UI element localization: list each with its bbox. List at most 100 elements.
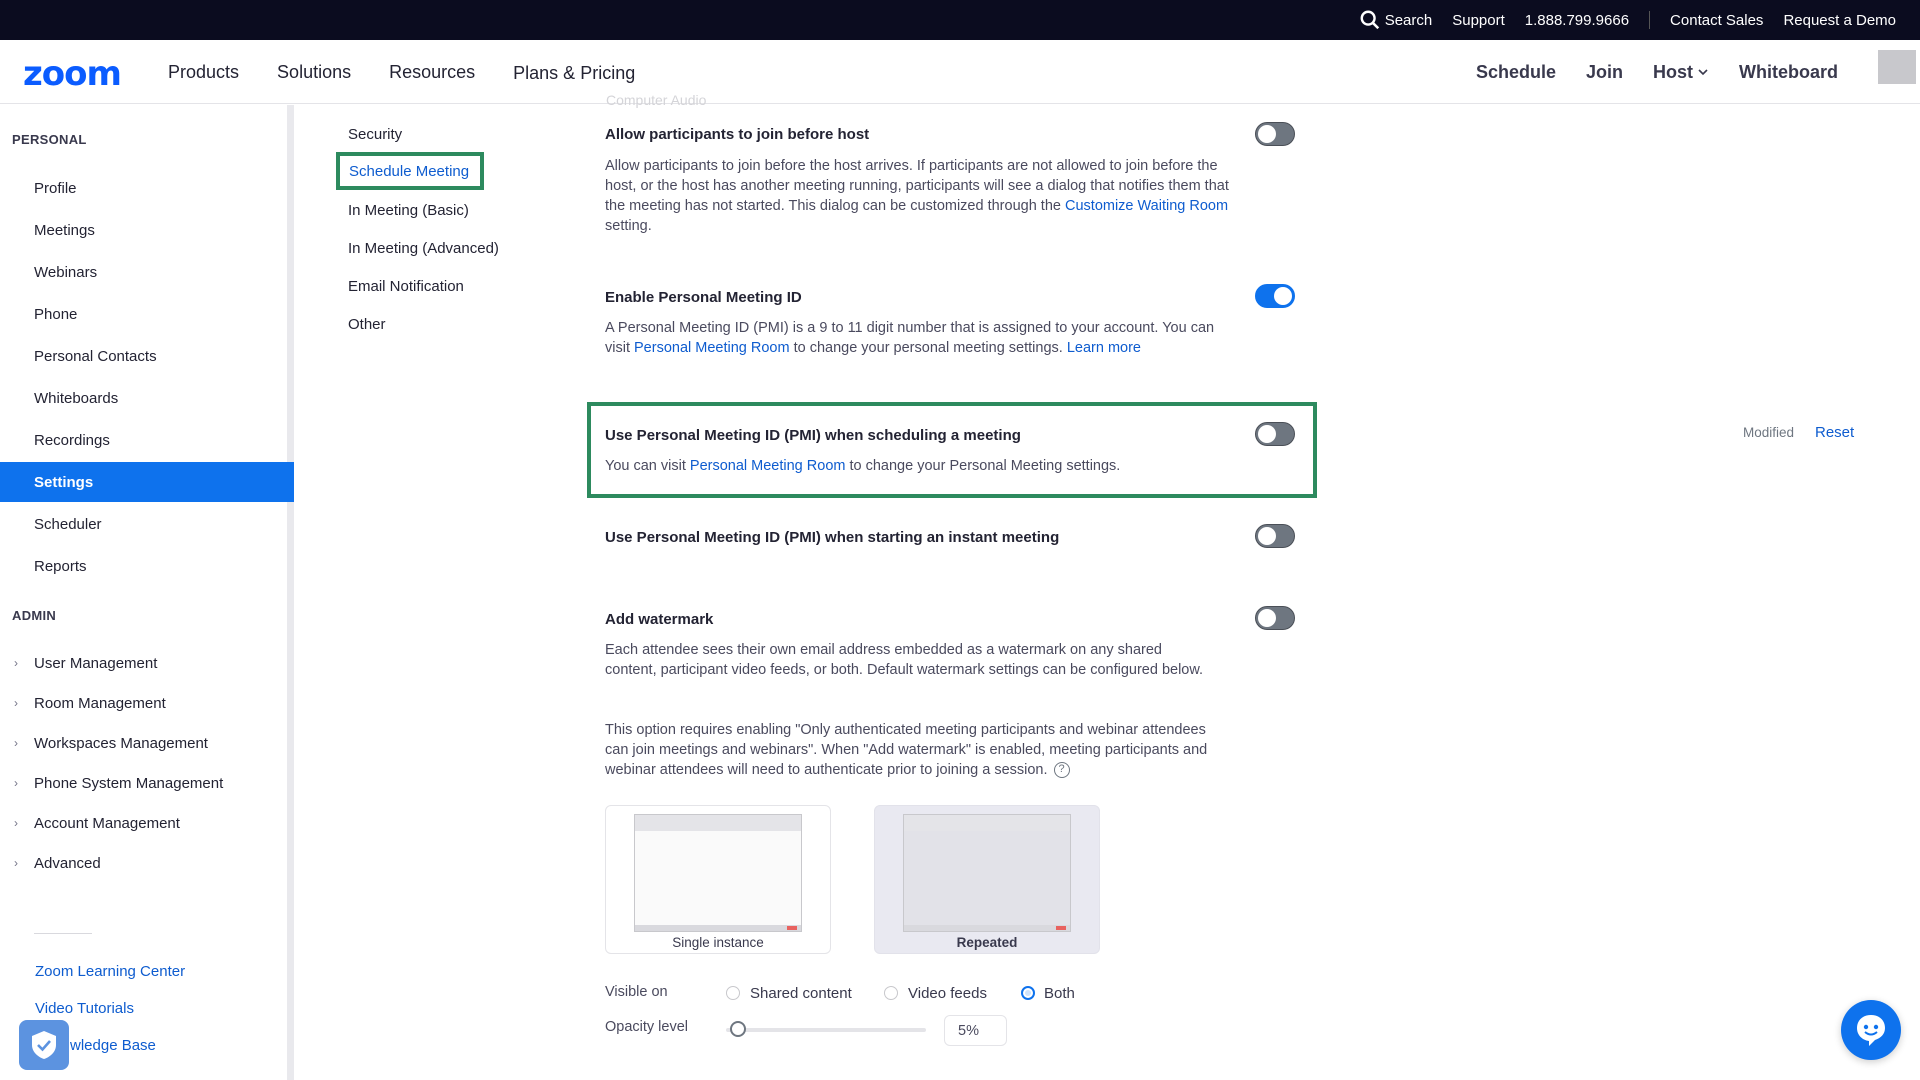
video-tutorials-link[interactable]: Video Tutorials	[35, 1000, 134, 1017]
shield-check-icon	[32, 1031, 56, 1059]
search-icon	[1360, 10, 1379, 30]
setting-title-pmi-scheduling: Use Personal Meeting ID (PMI) when sched…	[605, 427, 1021, 444]
search-label: Search	[1384, 11, 1433, 29]
setting-desc-join-before-host: Allow participants to join before the ho…	[605, 156, 1235, 236]
zoom-logo[interactable]: zoom	[23, 54, 122, 94]
sidebar-item-label: User Management	[34, 654, 158, 672]
radio-shared-content[interactable]	[726, 986, 740, 1000]
setting-desc-pmi-scheduling: You can visit Personal Meeting Room to c…	[605, 456, 1235, 476]
sidebar-item-scheduler[interactable]: Scheduler	[0, 504, 294, 544]
chevron-right-icon: ›	[14, 696, 18, 710]
knowledge-base-link[interactable]: wledge Base	[70, 1037, 156, 1054]
opacity-value-input[interactable]: 5%	[944, 1015, 1007, 1046]
sidebar-item-reports[interactable]: Reports	[0, 546, 294, 586]
radio-both[interactable]	[1021, 986, 1035, 1000]
sidebar-heading-personal: PERSONAL	[12, 132, 87, 147]
sidebar-item-user-management[interactable]: › User Management	[0, 643, 294, 683]
contact-sales-link[interactable]: Contact Sales	[1670, 12, 1763, 29]
radio-video-feeds[interactable]	[884, 986, 898, 1000]
pmi-scheduling-toggle[interactable]	[1255, 422, 1295, 446]
sidebar-item-personal-contacts[interactable]: Personal Contacts	[0, 336, 294, 376]
sidebar-item-label: Account Management	[34, 814, 180, 832]
opacity-slider-track[interactable]	[726, 1028, 926, 1032]
reset-button[interactable]: Reset	[1815, 424, 1854, 441]
chat-assistant-button[interactable]	[1841, 1000, 1901, 1060]
modified-badge: Modified	[1743, 425, 1795, 440]
support-link[interactable]: Support	[1452, 12, 1505, 29]
subnav-email-notification[interactable]: Email Notification	[348, 278, 464, 295]
sidebar-item-webinars[interactable]: Webinars	[0, 252, 294, 292]
learn-more-link[interactable]: Learn more	[1067, 340, 1141, 356]
sidebar-item-meetings[interactable]: Meetings	[0, 210, 294, 250]
personal-meeting-room-link[interactable]: Personal Meeting Room	[634, 340, 790, 356]
nav-plans-pricing[interactable]: Plans & Pricing	[513, 63, 635, 84]
join-before-host-toggle[interactable]	[1255, 122, 1295, 146]
top-utility-bar: Search Support 1.888.799.9666 Contact Sa…	[0, 0, 1920, 40]
watermark-preview-image	[634, 814, 802, 932]
avatar[interactable]	[1878, 50, 1916, 84]
desc-text: This option requires enabling "Only auth…	[605, 722, 1208, 778]
watermark-option-label: Single instance	[672, 935, 764, 950]
nav-products[interactable]: Products	[168, 62, 239, 83]
sidebar-heading-admin: ADMIN	[12, 608, 57, 623]
subnav-schedule-meeting[interactable]: Schedule Meeting	[336, 152, 484, 190]
topbar-divider	[1649, 11, 1651, 29]
privacy-shield-button[interactable]	[19, 1020, 69, 1070]
sidebar-item-advanced[interactable]: › Advanced	[0, 843, 294, 883]
search-link[interactable]: Search	[1359, 9, 1433, 31]
pmi-instant-toggle[interactable]	[1255, 524, 1295, 548]
opacity-slider-handle[interactable]	[730, 1021, 746, 1037]
nav-schedule[interactable]: Schedule	[1476, 62, 1556, 83]
chevron-right-icon: ›	[14, 856, 18, 870]
watermark-toggle[interactable]	[1255, 606, 1295, 630]
desc-text-end: setting.	[605, 218, 652, 234]
sidebar-item-workspaces-management[interactable]: › Workspaces Management	[0, 723, 294, 763]
nav-resources[interactable]: Resources	[389, 62, 475, 83]
highlight-box	[587, 402, 1317, 498]
watermark-option-repeated[interactable]: Repeated	[874, 805, 1100, 954]
sidebar: PERSONAL Profile Meetings Webinars Phone…	[0, 105, 294, 1080]
radio-label-video-feeds: Video feeds	[908, 985, 987, 1002]
chevron-right-icon: ›	[14, 736, 18, 750]
chevron-right-icon: ›	[14, 816, 18, 830]
sidebar-item-phone[interactable]: Phone	[0, 294, 294, 334]
nav-host-label: Host	[1653, 61, 1693, 82]
chevron-right-icon: ›	[14, 776, 18, 790]
radio-label-shared-content: Shared content	[750, 985, 852, 1002]
subnav-in-meeting-basic[interactable]: In Meeting (Basic)	[348, 202, 469, 219]
nav-join[interactable]: Join	[1586, 62, 1623, 83]
personal-meeting-room-link[interactable]: Personal Meeting Room	[690, 458, 846, 474]
nav-solutions[interactable]: Solutions	[277, 62, 351, 83]
sidebar-item-phone-system-management[interactable]: › Phone System Management	[0, 763, 294, 803]
sidebar-item-settings[interactable]: Settings	[0, 462, 294, 502]
phone-number-link[interactable]: 1.888.799.9666	[1525, 12, 1629, 29]
enable-pmi-toggle[interactable]	[1255, 284, 1295, 308]
setting-desc-watermark-requirement: This option requires enabling "Only auth…	[605, 720, 1220, 780]
subnav-in-meeting-advanced[interactable]: In Meeting (Advanced)	[348, 240, 499, 257]
setting-title-watermark: Add watermark	[605, 611, 714, 628]
sidebar-item-room-management[interactable]: › Room Management	[0, 683, 294, 723]
request-demo-link[interactable]: Request a Demo	[1783, 12, 1896, 29]
zoom-learning-center-link[interactable]: Zoom Learning Center	[35, 963, 185, 980]
nav-whiteboard[interactable]: Whiteboard	[1739, 62, 1838, 83]
setting-desc-enable-pmi: A Personal Meeting ID (PMI) is a 9 to 11…	[605, 318, 1235, 358]
nav-action-menu: Schedule Join Host Whiteboard	[1446, 40, 1838, 104]
nav-host[interactable]: Host	[1653, 62, 1709, 83]
help-icon[interactable]: ?	[1053, 762, 1070, 779]
sidebar-item-whiteboards[interactable]: Whiteboards	[0, 378, 294, 418]
setting-title-pmi-instant: Use Personal Meeting ID (PMI) when start…	[605, 529, 1060, 546]
nav-primary-menu: Products Solutions Resources Plans & Pri…	[168, 40, 673, 104]
chat-bot-icon	[1857, 1015, 1885, 1046]
sidebar-divider	[34, 933, 92, 934]
watermark-option-single[interactable]: Single instance	[605, 805, 831, 954]
visible-on-label: Visible on	[605, 984, 668, 1000]
desc-text-end: to change your Personal Meeting settings…	[845, 458, 1121, 474]
customize-waiting-room-link[interactable]: Customize Waiting Room	[1065, 198, 1228, 214]
chevron-down-icon	[1698, 69, 1708, 76]
sidebar-item-label: Advanced	[34, 854, 101, 872]
sidebar-item-profile[interactable]: Profile	[0, 168, 294, 208]
sidebar-item-account-management[interactable]: › Account Management	[0, 803, 294, 843]
sidebar-item-recordings[interactable]: Recordings	[0, 420, 294, 460]
subnav-other[interactable]: Other	[348, 316, 386, 333]
subnav-security[interactable]: Security	[348, 126, 402, 143]
